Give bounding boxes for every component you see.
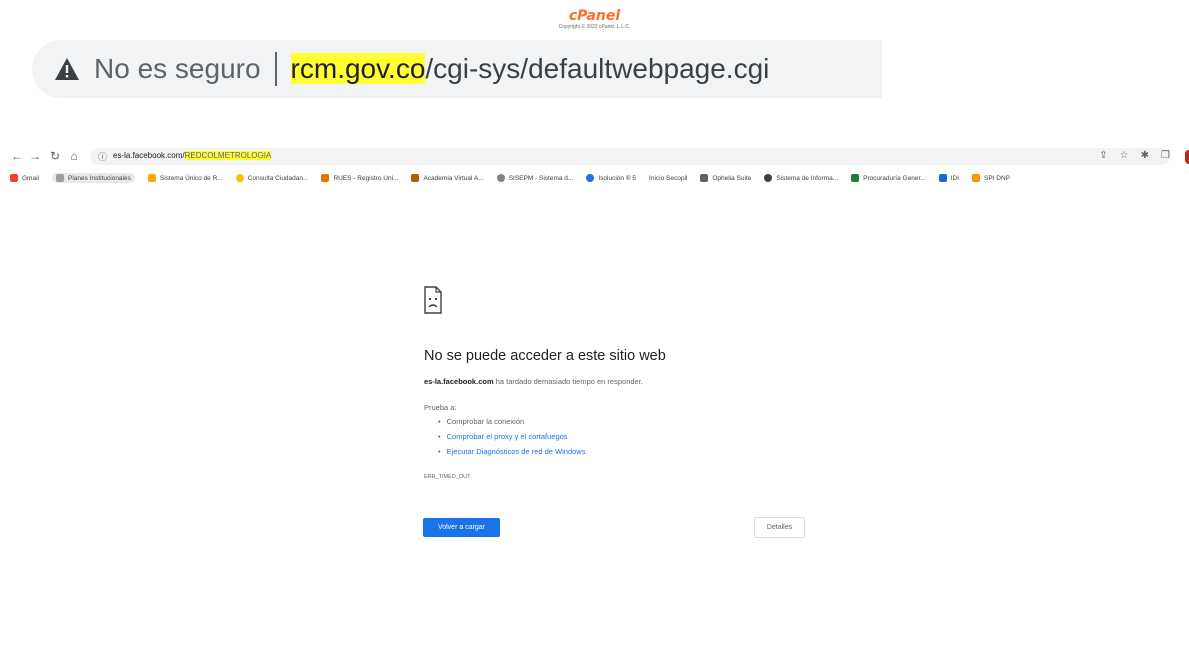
browser-toolbar: ← → ↻ ⌂ ⓘ es-la.facebook.com/REDCOLMETRO… bbox=[0, 148, 1189, 166]
suggestion-check-connection: Comprobar la conexión bbox=[438, 414, 585, 429]
bookmark-icon bbox=[971, 174, 980, 182]
bookmark-icon bbox=[235, 174, 244, 182]
bookmark-secopll[interactable]: Inicio Secopll bbox=[649, 175, 687, 182]
bookmark-icon bbox=[411, 174, 420, 182]
url-path-highlighted: REDCOLMETROLOGIA bbox=[184, 151, 272, 160]
bookmark-ophelia[interactable]: Ophelia Suite bbox=[700, 174, 751, 182]
bookmark-spi-dnp[interactable]: SPI DNP bbox=[971, 174, 1010, 182]
url-host: es-la.facebook.com/ bbox=[113, 151, 185, 160]
sidebar-icon[interactable]: ❒ bbox=[1161, 150, 1170, 161]
error-message-text: ha tardado demasiado tiempo en responder… bbox=[493, 377, 643, 386]
bookmark-idi[interactable]: IDI bbox=[938, 174, 959, 182]
back-arrow-icon[interactable]: ← bbox=[10, 149, 24, 163]
reload-icon[interactable]: ↻ bbox=[48, 149, 62, 163]
bookmark-icon bbox=[496, 174, 505, 182]
home-icon[interactable]: ⌂ bbox=[67, 149, 81, 163]
bookmark-rues[interactable]: RUES - Registro Uni... bbox=[321, 174, 398, 182]
address-url[interactable]: es-la.facebook.com/REDCOLMETROLOGIA bbox=[113, 151, 272, 160]
bookmark-icon bbox=[55, 174, 64, 182]
bookmark-sistema-unico[interactable]: Sistema Único de R... bbox=[147, 174, 223, 182]
zoomed-address-bar[interactable]: No es seguro rcm.gov.co/cgi-sys/defaultw… bbox=[32, 40, 882, 98]
suggestion-list: Comprobar la conexión Comprobar el proxy… bbox=[438, 414, 586, 459]
bookmark-gmail[interactable]: Gmail bbox=[10, 174, 39, 182]
address-bar[interactable]: ⓘ es-la.facebook.com/REDCOLMETROLOGIA ⇪ … bbox=[90, 148, 1170, 165]
suggestion-check-proxy-link[interactable]: Comprobar el proxy y el cortafuegos bbox=[438, 429, 585, 444]
share-icon[interactable]: ⇪ bbox=[1099, 150, 1107, 161]
bookmark-icon bbox=[700, 174, 709, 182]
cpanel-header: cPanel Copyright © 2022 cPanel, L.L.C. bbox=[0, 8, 1189, 30]
bookmarks-bar: Gmail Planes Institucionales Sistema Úni… bbox=[10, 171, 1180, 185]
profile-avatar[interactable] bbox=[1185, 150, 1189, 164]
bookmark-icon bbox=[321, 174, 330, 182]
error-message: es-la.facebook.com ha tardado demasiado … bbox=[424, 377, 643, 386]
error-host: es-la.facebook.com bbox=[424, 377, 494, 386]
bookmark-planes[interactable]: Planes Institucionales bbox=[51, 173, 135, 183]
bookmark-procuraduria[interactable]: Procuraduría Gener... bbox=[851, 174, 926, 182]
try-label: Prueba a: bbox=[424, 403, 457, 412]
bookmark-consulta[interactable]: Consulta Ciudadan... bbox=[235, 174, 308, 182]
forward-arrow-icon[interactable]: → bbox=[28, 149, 42, 163]
error-title: No se puede acceder a este sitio web bbox=[424, 348, 666, 364]
security-status-text[interactable]: No es seguro bbox=[94, 53, 261, 85]
gmail-icon bbox=[10, 174, 18, 182]
star-icon[interactable]: ☆ bbox=[1120, 150, 1129, 161]
bookmark-icon bbox=[586, 174, 595, 182]
warning-triangle-icon[interactable] bbox=[54, 56, 80, 82]
bookmark-sisepm[interactable]: SISEPM - Sistema d... bbox=[496, 174, 573, 182]
error-code: ERR_TIMED_OUT bbox=[424, 474, 471, 480]
cpanel-copyright: Copyright © 2022 cPanel, L.L.C. bbox=[558, 24, 631, 30]
extensions-icon[interactable]: ✱ bbox=[1141, 150, 1149, 161]
bookmark-isolucion[interactable]: Isolución ® 5 bbox=[586, 174, 636, 182]
url-path: /cgi-sys/defaultwebpage.cgi bbox=[425, 53, 770, 84]
zoomed-url[interactable]: rcm.gov.co/cgi-sys/defaultwebpage.cgi bbox=[290, 53, 770, 85]
cpanel-logo: cPanel bbox=[568, 8, 621, 24]
url-highlighted-domain: rcm.gov.co bbox=[290, 53, 426, 84]
sad-page-icon bbox=[424, 286, 442, 314]
suggestion-run-diagnostics-link[interactable]: Ejecutar Diagnósticos de red de Windows bbox=[438, 444, 586, 459]
reload-button[interactable]: Volver a cargar bbox=[423, 518, 500, 537]
address-separator bbox=[274, 52, 277, 86]
bookmark-sistema-informacion[interactable]: Sistema de Informa... bbox=[764, 174, 838, 182]
folder-icon bbox=[147, 174, 156, 182]
bookmark-icon bbox=[764, 174, 773, 182]
site-info-icon[interactable]: ⓘ bbox=[98, 150, 107, 163]
details-button[interactable]: Detalles bbox=[754, 517, 805, 538]
bookmark-academia[interactable]: Academia Virtual A... bbox=[411, 174, 484, 182]
bookmark-icon bbox=[851, 174, 860, 182]
bookmark-icon bbox=[938, 174, 947, 182]
